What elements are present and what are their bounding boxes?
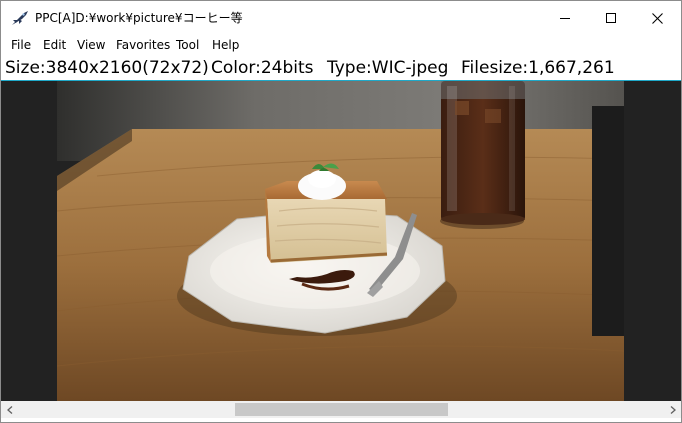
info-type: Type:WIC-jpeg xyxy=(327,58,449,78)
image-viewport[interactable] xyxy=(1,81,681,401)
app-icon xyxy=(12,11,28,25)
window-title: PPC[A]D:¥work¥picture¥コーヒー等 xyxy=(35,11,243,25)
info-filesize: Filesize:1,667,261 xyxy=(461,58,615,78)
horizontal-scrollbar[interactable] xyxy=(1,401,681,418)
scroll-right-button[interactable] xyxy=(664,401,681,418)
menu-edit[interactable]: Edit xyxy=(41,35,68,55)
menu-tool[interactable]: Tool xyxy=(174,35,201,55)
viewer-window: PPC[A]D:¥work¥picture¥コーヒー等 File Edit Vi… xyxy=(0,0,682,423)
chevron-right-icon xyxy=(670,405,676,414)
chevron-left-icon xyxy=(6,405,12,414)
maximize-icon xyxy=(606,13,616,23)
menu-help[interactable]: Help xyxy=(210,35,241,55)
close-button[interactable] xyxy=(634,1,680,35)
menu-view[interactable]: View xyxy=(75,35,107,55)
close-icon xyxy=(651,12,663,24)
photo xyxy=(57,81,624,401)
info-size: Size:3840x2160(72x72) xyxy=(5,58,209,78)
menu-favorites[interactable]: Favorites xyxy=(114,35,172,55)
window-bottom-border xyxy=(1,418,681,422)
menu-file[interactable]: File xyxy=(9,35,33,55)
scroll-left-button[interactable] xyxy=(1,401,18,418)
info-color: Color:24bits xyxy=(211,58,314,78)
image-info-bar: Size:3840x2160(72x72) Color:24bits Type:… xyxy=(1,55,681,81)
menu-bar: File Edit View Favorites Tool Help xyxy=(1,35,681,55)
title-bar[interactable]: PPC[A]D:¥work¥picture¥コーヒー等 xyxy=(1,1,681,35)
scroll-thumb[interactable] xyxy=(235,403,448,416)
minimize-icon xyxy=(560,18,570,19)
minimize-button[interactable] xyxy=(542,1,588,35)
maximize-button[interactable] xyxy=(588,1,634,35)
